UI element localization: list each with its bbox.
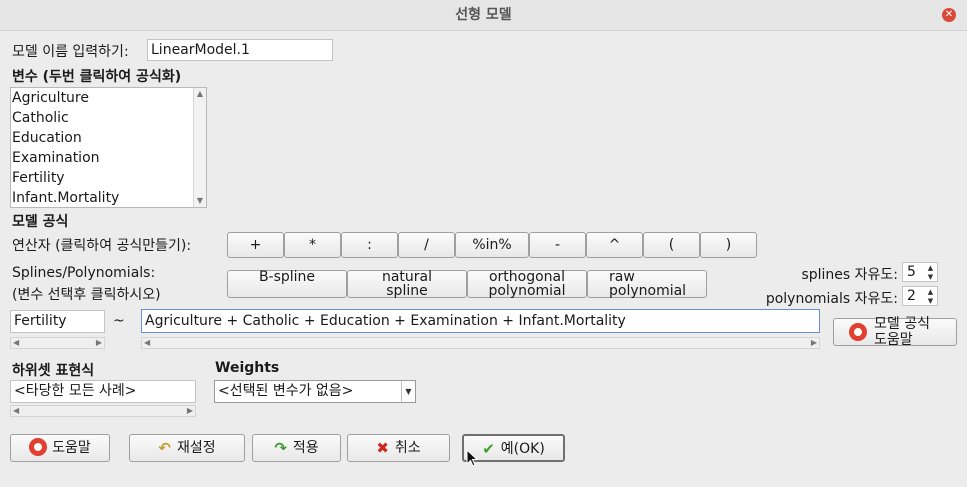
list-item[interactable]: Examination	[11, 148, 193, 168]
reset-button[interactable]: ↶ 재설정	[129, 434, 245, 462]
button-line: spline	[386, 283, 428, 299]
poly-df-spinbox[interactable]: 2 ▲ ▼	[902, 286, 938, 306]
tilde-label: ~	[113, 313, 125, 329]
operator-plus-button[interactable]: +	[227, 232, 284, 258]
reset-button-label: 재설정	[176, 440, 216, 456]
list-item[interactable]: Agriculture	[11, 88, 193, 108]
operator-in-button[interactable]: %in%	[455, 232, 529, 258]
operator-times-button[interactable]: *	[284, 232, 341, 258]
model-name-input[interactable]: LinearModel.1	[147, 39, 333, 61]
scroll-left-icon[interactable]: ◀	[13, 406, 19, 416]
operator-slash-button[interactable]: /	[398, 232, 455, 258]
spin-down-icon[interactable]: ▼	[925, 273, 936, 281]
button-line: polynomial	[488, 283, 566, 299]
scroll-right-icon[interactable]: ▶	[187, 406, 193, 416]
raw-polynomial-button[interactable]: raw polynomial	[587, 270, 707, 299]
subset-input[interactable]: <타당한 모든 사례>	[10, 380, 196, 403]
rhs-hscrollbar[interactable]: ◀ ▶	[141, 337, 820, 349]
operator-close-paren-button[interactable]: )	[700, 232, 757, 258]
b-spline-button[interactable]: B-spline	[227, 270, 347, 298]
button-line: polynomial	[609, 283, 687, 299]
lifebuoy-icon	[849, 323, 867, 341]
spin-up-icon[interactable]: ▲	[925, 288, 936, 296]
poly-df-value: 2	[907, 288, 916, 304]
undo-arrow-icon: ↶	[158, 439, 171, 457]
operator-caret-button[interactable]: ^	[586, 232, 643, 258]
list-item[interactable]: Education	[11, 128, 193, 148]
weights-heading: Weights	[215, 360, 280, 376]
window-title: 선형 모델	[0, 0, 967, 31]
variables-listbox[interactable]: Agriculture Catholic Education Examinati…	[10, 87, 207, 208]
formula-heading: 모델 공식	[12, 214, 69, 230]
scroll-right-icon[interactable]: ▶	[96, 338, 102, 348]
splines-label: Splines/Polynomials:	[12, 265, 156, 281]
natural-spline-button[interactable]: natural spline	[347, 270, 467, 299]
button-line: B-spline	[258, 269, 316, 285]
formula-help-button[interactable]: 모델 공식 도움말	[833, 316, 957, 348]
list-item[interactable]: Catholic	[11, 108, 193, 128]
orthogonal-polynomial-button[interactable]: orthogonal polynomial	[467, 270, 587, 299]
poly-df-label: polynomials 자유도:	[765, 291, 898, 307]
cancel-button-label: 취소	[394, 440, 421, 456]
button-line: 도움말	[874, 332, 913, 348]
mouse-cursor-icon	[466, 449, 478, 467]
help-button-label: 도움말	[52, 440, 91, 456]
splines-df-value: 5	[907, 264, 916, 280]
splines-hint: (변수 선택후 클릭하시오)	[12, 287, 161, 303]
operator-colon-button[interactable]: :	[341, 232, 398, 258]
variables-heading: 변수 (두번 클릭하여 공식화)	[12, 69, 182, 85]
spin-up-icon[interactable]: ▲	[925, 264, 936, 272]
scroll-left-icon[interactable]: ◀	[144, 338, 150, 348]
apply-button-label: 적용	[292, 440, 319, 456]
subset-hscrollbar[interactable]: ◀ ▶	[10, 405, 196, 417]
redo-arrow-icon: ↷	[274, 439, 287, 457]
lhs-input[interactable]: Fertility	[10, 310, 105, 333]
cancel-button[interactable]: ✖ 취소	[347, 434, 450, 462]
weights-select[interactable]: <선택된 변수가 없음> ▼	[214, 380, 416, 403]
ok-button-label: 예(OK)	[500, 441, 545, 457]
rhs-input[interactable]: Agriculture + Catholic + Education + Exa…	[141, 309, 820, 333]
splines-df-spinbox[interactable]: 5 ▲ ▼	[902, 262, 938, 282]
scroll-right-icon[interactable]: ▶	[811, 338, 817, 348]
list-item[interactable]: Fertility	[11, 168, 193, 188]
splines-df-label: splines 자유도:	[801, 267, 898, 283]
scroll-down-icon[interactable]: ▼	[194, 196, 206, 206]
variables-vscrollbar[interactable]: ▲ ▼	[193, 88, 206, 207]
subset-heading: 하위셋 표현식	[12, 363, 95, 379]
list-item[interactable]: Infant.Mortality	[11, 188, 193, 208]
scroll-left-icon[interactable]: ◀	[13, 338, 19, 348]
spin-down-icon[interactable]: ▼	[925, 297, 936, 305]
lhs-hscrollbar[interactable]: ◀ ▶	[10, 337, 105, 349]
operators-label: 연산자 (클릭하여 공식만들기):	[12, 238, 192, 254]
lifebuoy-icon	[29, 438, 48, 456]
chevron-down-icon[interactable]: ▼	[401, 381, 415, 402]
apply-button[interactable]: ↷ 적용	[252, 434, 341, 462]
green-check-icon: ✔	[482, 440, 495, 458]
model-name-label: 모델 이름 입력하기:	[12, 44, 129, 60]
operator-open-paren-button[interactable]: (	[643, 232, 700, 258]
operator-minus-button[interactable]: -	[529, 232, 586, 258]
close-icon[interactable]: ✕	[942, 8, 956, 22]
weights-selected-value: <선택된 변수가 없음>	[218, 383, 354, 399]
button-line: 모델 공식	[874, 316, 930, 332]
scroll-up-icon[interactable]: ▲	[194, 89, 206, 99]
red-x-icon: ✖	[376, 439, 389, 457]
formula-help-text: 모델 공식 도움말	[874, 316, 930, 348]
help-button[interactable]: 도움말	[10, 434, 110, 462]
